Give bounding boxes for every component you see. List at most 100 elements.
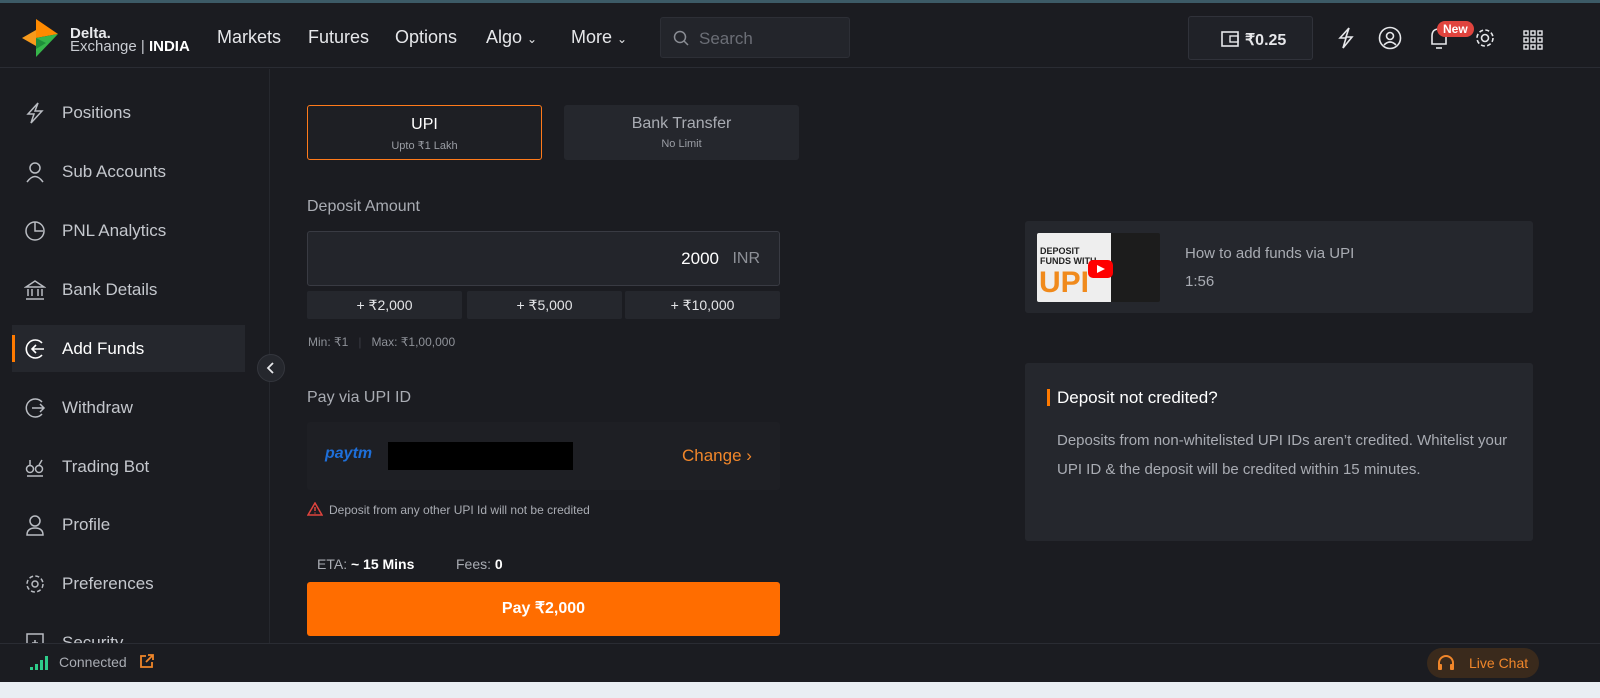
- video-duration: 1:56: [1185, 273, 1215, 290]
- settings-gear-icon[interactable]: [1474, 27, 1496, 49]
- apps-grid-icon[interactable]: [1523, 30, 1543, 50]
- sidebar-item-security[interactable]: Security: [12, 619, 245, 643]
- logo-subtext: Exchange | INDIA: [70, 38, 190, 55]
- sidebar-item-label: Withdraw: [62, 397, 133, 417]
- eta-label: ETA:: [317, 556, 348, 572]
- account-icon[interactable]: [1378, 26, 1402, 50]
- tab-upi-label: UPI: [411, 116, 438, 133]
- transfer-icon[interactable]: [1336, 27, 1356, 49]
- sidebar-item-label: Bank Details: [62, 279, 158, 299]
- tab-upi[interactable]: UPI Upto ₹1 Lakh: [307, 105, 542, 160]
- chevron-down-icon: ⌄: [617, 32, 628, 46]
- wallet-balance-button[interactable]: ₹0.25: [1188, 16, 1313, 60]
- play-icon[interactable]: [1088, 260, 1113, 278]
- sidebar-item-pnl-analytics[interactable]: PNL Analytics: [12, 207, 245, 254]
- min-max-limits: Min: ₹1 | Max: ₹1,00,000: [308, 335, 456, 349]
- sidebar-item-bank-details[interactable]: Bank Details: [12, 266, 245, 313]
- sidebar-item-label: Trading Bot: [62, 456, 150, 476]
- wallet-icon: [1221, 31, 1239, 47]
- status-bar: Connected Live Chat: [0, 643, 1600, 682]
- search-icon: [673, 30, 689, 46]
- video-card[interactable]: DEPOSIT FUNDS WITH UPI How to add funds v…: [1025, 221, 1533, 313]
- search-input[interactable]: Search: [660, 17, 850, 58]
- quick-add-5000-button[interactable]: + ₹5,000: [467, 291, 622, 319]
- amount-value: 2000: [681, 249, 719, 268]
- thumb-line3: UPI: [1039, 266, 1090, 299]
- chevron-down-icon: ⌄: [527, 32, 538, 46]
- bot-icon: [25, 459, 44, 477]
- header: Delta. Exchange | INDIA Markets Futures …: [0, 3, 1600, 68]
- sidebar-item-label: Positions: [62, 102, 131, 122]
- nav-algo[interactable]: Algo ⌄: [486, 27, 537, 48]
- pay-via-upi-label: Pay via UPI ID: [307, 389, 412, 406]
- video-title[interactable]: How to add funds via UPI: [1185, 245, 1354, 262]
- info-body: Deposits from non-whitelisted UPI IDs ar…: [1057, 432, 1508, 478]
- search-placeholder: Search: [699, 29, 753, 48]
- nav-markets[interactable]: Markets: [217, 27, 281, 48]
- user-icon: [26, 161, 44, 182]
- wallet-balance: ₹0.25: [1245, 32, 1287, 49]
- collapse-sidebar-button[interactable]: [257, 354, 285, 382]
- video-thumbnail[interactable]: DEPOSIT FUNDS WITH UPI: [1037, 233, 1160, 302]
- change-label: Change: [682, 446, 742, 465]
- tab-bank-sub: No Limit: [661, 138, 702, 150]
- tab-upi-sub: Upto ₹1 Lakh: [391, 140, 458, 152]
- live-chat-button[interactable]: Live Chat: [1427, 648, 1539, 678]
- sidebar-item-label: Security: [62, 632, 124, 644]
- live-chat-label: Live Chat: [1469, 655, 1529, 671]
- warning-icon: [306, 501, 324, 516]
- redacted-upi-id: [388, 442, 573, 470]
- notification-badge: New: [1437, 21, 1474, 37]
- connection-status: Connected: [59, 654, 127, 670]
- sidebar-item-label: Preferences: [62, 573, 154, 593]
- external-link-icon[interactable]: [140, 654, 154, 668]
- nav-algo-label: Algo: [486, 27, 523, 47]
- add-funds-icon: [25, 338, 44, 359]
- sidebar-item-withdraw[interactable]: Withdraw: [12, 384, 245, 431]
- withdraw-icon: [25, 397, 46, 418]
- sidebar-item-preferences[interactable]: Preferences: [12, 560, 245, 607]
- delta-logo-icon[interactable]: [22, 19, 62, 57]
- eta-value: ~ 15 Mins: [350, 556, 415, 572]
- nav-futures[interactable]: Futures: [308, 27, 369, 48]
- sidebar-item-label: PNL Analytics: [62, 220, 167, 240]
- gear-icon: [26, 574, 44, 593]
- upi-warning: Deposit from any other UPI Id will not b…: [306, 501, 590, 517]
- deposit-not-credited-card: Deposit not credited? Deposits from non-…: [1025, 363, 1533, 541]
- logo-exchange: Exchange: [70, 38, 137, 55]
- signal-icon: [30, 656, 48, 670]
- quick-add-10000-button[interactable]: + ₹10,000: [625, 291, 780, 319]
- warning-text: Deposit from any other UPI Id will not b…: [329, 503, 590, 517]
- sidebar-item-label: Profile: [62, 514, 111, 534]
- profile-icon: [26, 514, 44, 536]
- headset-icon: [1438, 655, 1454, 670]
- nav-options[interactable]: Options: [395, 27, 457, 48]
- tab-bank-label: Bank Transfer: [631, 115, 732, 132]
- sidebar-item-positions[interactable]: Positions: [12, 89, 245, 136]
- app: Delta. Exchange | INDIA Markets Futures …: [0, 0, 1600, 682]
- chevron-left-icon: [266, 362, 274, 374]
- chevron-right-icon: ›: [746, 446, 752, 465]
- max-limit: Max: ₹1,00,000: [371, 335, 456, 349]
- pay-button[interactable]: Pay ₹2,000: [307, 582, 780, 636]
- fees-info: Fees: 0: [456, 556, 503, 572]
- sidebar-item-label: Sub Accounts: [62, 161, 166, 181]
- sidebar: Positions Sub Accounts PNL Analytics Ban…: [0, 69, 270, 643]
- change-upi-button[interactable]: Change ›: [682, 446, 752, 466]
- sidebar-item-sub-accounts[interactable]: Sub Accounts: [12, 148, 245, 195]
- min-limit: Min: ₹1: [308, 335, 349, 349]
- tab-bank-transfer[interactable]: Bank Transfer No Limit: [564, 105, 799, 160]
- nav-more[interactable]: More ⌄: [571, 27, 627, 48]
- quick-add-2000-button[interactable]: + ₹2,000: [307, 291, 462, 319]
- upi-id-selector[interactable]: paytm Change ›: [307, 422, 780, 490]
- eta-info: ETA: ~ 15 Mins: [317, 556, 414, 572]
- positions-icon: [26, 101, 44, 124]
- sidebar-item-profile[interactable]: Profile: [12, 501, 245, 548]
- currency-label: INR: [732, 250, 760, 267]
- bank-icon: [24, 279, 46, 300]
- sidebar-item-trading-bot[interactable]: Trading Bot: [12, 443, 245, 490]
- sidebar-item-add-funds[interactable]: Add Funds: [12, 325, 245, 372]
- pie-chart-icon: [25, 220, 45, 241]
- deposit-amount-input[interactable]: 2000 INR: [307, 231, 780, 286]
- accent-bar: [1047, 389, 1050, 406]
